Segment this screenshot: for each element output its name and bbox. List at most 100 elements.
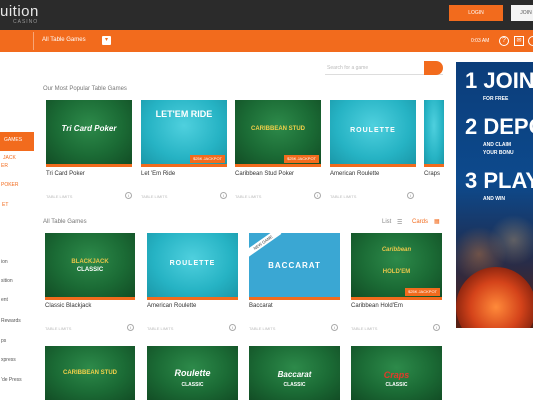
- tile-accent-bar: [249, 297, 340, 300]
- game-thumbnail[interactable]: [424, 100, 444, 164]
- game-tile[interactable]: LET'EM RIDE $25K JACKPOT Let 'Em Ride TA…: [141, 100, 227, 202]
- game-tile[interactable]: Craps CLASSIC: [351, 346, 442, 400]
- sidebar-item-express[interactable]: xpress: [1, 357, 16, 363]
- info-icon[interactable]: i: [229, 324, 236, 331]
- game-thumbnail[interactable]: ROULETTE: [330, 100, 416, 164]
- game-title[interactable]: Let 'Em Ride: [141, 171, 175, 177]
- game-thumbnail[interactable]: CARIBBEAN STUD: [45, 346, 135, 400]
- game-thumbnail[interactable]: LET'EM RIDE $25K JACKPOT: [141, 100, 227, 164]
- game-tile[interactable]: CARIBBEAN STUD: [45, 346, 135, 400]
- promo-step-1-text: FOR FREE: [483, 96, 509, 102]
- promo-step-3: 3 PLAY: [465, 168, 533, 193]
- game-title[interactable]: Craps: [424, 171, 440, 177]
- info-icon[interactable]: i: [220, 192, 227, 199]
- sidebar-item-ps[interactable]: ps: [1, 338, 6, 344]
- table-limits-label: TABLE LIMITS: [249, 326, 276, 331]
- game-thumbnail[interactable]: Caribbean HOLD'EM $25K JACKPOT: [351, 233, 442, 297]
- jackpot-badge: $25K JACKPOT: [190, 155, 225, 163]
- game-thumbnail[interactable]: Roulette CLASSIC: [147, 346, 238, 400]
- sidebar-item-sition[interactable]: sition: [1, 278, 13, 284]
- game-art-subtitle: CLASSIC: [385, 382, 408, 388]
- game-title[interactable]: Tri Card Poker: [46, 171, 85, 177]
- game-art-subtitle: CLASSIC: [283, 382, 306, 388]
- list-view-icon[interactable]: ☰: [397, 219, 402, 226]
- game-thumbnail[interactable]: ROULETTE: [147, 233, 238, 297]
- login-button[interactable]: LOGIN: [449, 5, 503, 21]
- sidebar-item-press[interactable]: 'de Press: [1, 377, 22, 383]
- sidebar-item-er[interactable]: ER: [1, 163, 8, 169]
- chevron-down-icon[interactable]: ▾: [102, 36, 111, 45]
- grid-view-icon[interactable]: ▦: [434, 218, 440, 225]
- game-tile[interactable]: BLACKJACK CLASSIC Classic Blackjack TABL…: [45, 233, 135, 335]
- new-game-badge: NEW GAME: [249, 233, 282, 257]
- info-icon[interactable]: i: [314, 192, 321, 199]
- info-icon[interactable]: i: [127, 324, 134, 331]
- promo-step-3-text: AND WIN: [483, 196, 505, 202]
- game-tile[interactable]: ROULETTE American Roulette TABLE LIMITS …: [147, 233, 238, 335]
- promo-step-2-text: AND CLAIM: [483, 142, 512, 148]
- game-title[interactable]: American Roulette: [330, 171, 379, 177]
- game-tile[interactable]: Roulette CLASSIC: [147, 346, 238, 400]
- game-tile[interactable]: Tri Card Poker Tri Card Poker TABLE LIMI…: [46, 100, 132, 202]
- game-title[interactable]: Classic Blackjack: [45, 303, 91, 309]
- list-view-toggle[interactable]: List: [382, 219, 391, 225]
- game-art-title: BACCARAT: [268, 261, 321, 270]
- game-title[interactable]: American Roulette: [147, 303, 196, 309]
- logo-subtitle: CASINO: [13, 19, 39, 25]
- tile-accent-bar: [46, 164, 132, 167]
- sidebar-item-ent[interactable]: ent: [1, 297, 8, 303]
- popular-section-title: Our Most Popular Table Games: [43, 86, 127, 92]
- info-icon[interactable]: i: [407, 192, 414, 199]
- game-tile[interactable]: CARIBBEAN STUD $25K JACKPOT Caribbean St…: [235, 100, 321, 202]
- promo-banner[interactable]: 1 JOIN FOR FREE 2 DEPOS AND CLAIM YOUR B…: [456, 62, 533, 328]
- mail-icon[interactable]: ✉: [514, 36, 524, 46]
- table-limits-label: TABLE LIMITS: [45, 326, 72, 331]
- sidebar-item-poker[interactable]: POKER: [1, 182, 19, 188]
- sidebar-item-et[interactable]: ET: [2, 202, 8, 208]
- game-art-title: CARIBBEAN STUD: [251, 126, 305, 132]
- game-tile[interactable]: Craps: [424, 100, 444, 202]
- game-thumbnail[interactable]: Tri Card Poker: [46, 100, 132, 164]
- game-art-subtitle: CLASSIC: [181, 382, 204, 388]
- table-limits-label: TABLE LIMITS: [351, 326, 378, 331]
- game-art-title: Tri Card Poker: [61, 124, 117, 133]
- game-title[interactable]: Caribbean Stud Poker: [235, 171, 294, 177]
- search-button[interactable]: [424, 61, 443, 75]
- join-button[interactable]: JOIN: [511, 5, 533, 21]
- game-thumbnail[interactable]: Baccarat CLASSIC: [249, 346, 340, 400]
- account-icon[interactable]: [528, 36, 533, 46]
- game-art-title: ROULETTE: [169, 260, 216, 267]
- sidebar-item-blackjack[interactable]: JACK: [3, 155, 16, 161]
- game-tile[interactable]: Caribbean HOLD'EM $25K JACKPOT Caribbean…: [351, 233, 442, 335]
- game-thumbnail[interactable]: CARIBBEAN STUD $25K JACKPOT: [235, 100, 321, 164]
- sidebar-item-table-games[interactable]: GAMES: [4, 137, 22, 143]
- clock-text: 0:03 AM: [471, 38, 490, 44]
- jackpot-badge: $25K JACKPOT: [284, 155, 319, 163]
- game-tile[interactable]: ROULETTE American Roulette TABLE LIMITS …: [330, 100, 416, 202]
- info-icon[interactable]: i: [433, 324, 440, 331]
- help-icon[interactable]: ?: [499, 36, 509, 46]
- info-icon[interactable]: i: [125, 192, 132, 199]
- game-art-title: LET'EM RIDE: [155, 109, 213, 119]
- game-art-title: Craps: [383, 370, 410, 380]
- game-thumbnail[interactable]: NEW GAME BACCARAT: [249, 233, 340, 297]
- game-title[interactable]: Baccarat: [249, 303, 273, 309]
- table-limits-label: TABLE LIMITS: [330, 194, 357, 199]
- sidebar-item-ion[interactable]: ion: [1, 259, 8, 265]
- promo-step-1: 1 JOIN: [465, 68, 533, 93]
- logo[interactable]: uition: [0, 3, 39, 20]
- tile-accent-bar: [147, 297, 238, 300]
- game-title[interactable]: Caribbean Hold'Em: [351, 303, 403, 309]
- tile-accent-bar: [330, 164, 416, 167]
- game-art-title: CLASSIC: [76, 267, 104, 273]
- game-tile[interactable]: Baccarat CLASSIC: [249, 346, 340, 400]
- tile-accent-bar: [45, 297, 135, 300]
- promo-step-2: 2 DEPOS: [465, 114, 533, 139]
- info-icon[interactable]: i: [331, 324, 338, 331]
- cards-view-toggle[interactable]: Cards: [412, 219, 428, 225]
- game-tile[interactable]: NEW GAME BACCARAT Baccarat TABLE LIMITS …: [249, 233, 340, 335]
- sidebar-item-rewards[interactable]: Rewards: [1, 318, 21, 324]
- game-thumbnail[interactable]: BLACKJACK CLASSIC: [45, 233, 135, 297]
- game-thumbnail[interactable]: Craps CLASSIC: [351, 346, 442, 400]
- nav-title[interactable]: All Table Games: [42, 37, 86, 43]
